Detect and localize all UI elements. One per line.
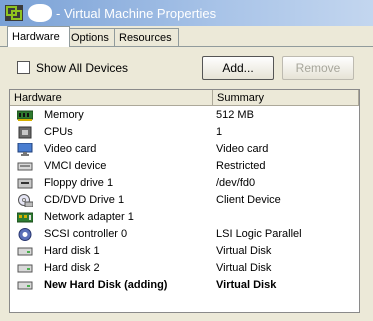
memory-icon bbox=[17, 110, 33, 121]
tab-strip: Hardware Options Resources bbox=[0, 26, 373, 47]
device-row-memory[interactable]: Memory 512 MB bbox=[10, 107, 359, 124]
column-header-hardware[interactable]: Hardware bbox=[10, 90, 213, 106]
hard-disk-icon bbox=[17, 264, 33, 273]
remove-button[interactable]: Remove bbox=[282, 56, 354, 80]
title-bar[interactable]: - Virtual Machine Properties bbox=[0, 0, 373, 26]
device-list[interactable]: Hardware Summary Memory 512 MB CPUs 1 Vi… bbox=[9, 89, 360, 313]
network-adapter-icon bbox=[17, 212, 33, 223]
device-name: Hard disk 1 bbox=[44, 245, 100, 257]
device-name: VMCI device bbox=[44, 160, 107, 172]
device-row-scsi-controller[interactable]: SCSI controller 0 LSI Logic Parallel bbox=[10, 226, 359, 243]
show-all-devices-label: Show All Devices bbox=[36, 61, 129, 75]
vmci-device-icon bbox=[17, 162, 33, 171]
device-summary: Virtual Disk bbox=[216, 279, 277, 291]
device-summary: Virtual Disk bbox=[216, 262, 272, 274]
floppy-drive-icon bbox=[17, 178, 33, 189]
hard-disk-icon bbox=[17, 247, 33, 256]
device-name: Video card bbox=[44, 143, 97, 155]
device-row-cpus[interactable]: CPUs 1 bbox=[10, 124, 359, 141]
device-summary: Virtual Disk bbox=[216, 245, 272, 257]
cpu-icon bbox=[18, 126, 32, 139]
tab-options[interactable]: Options bbox=[66, 28, 116, 47]
add-button[interactable]: Add... bbox=[202, 56, 274, 80]
device-name: CD/DVD Drive 1 bbox=[44, 194, 125, 206]
show-all-devices-checkbox[interactable]: Show All Devices bbox=[17, 61, 128, 75]
tab-resources[interactable]: Resources bbox=[114, 28, 179, 47]
checkbox-box[interactable] bbox=[17, 61, 30, 74]
device-summary: Restricted bbox=[216, 160, 266, 172]
device-name: Memory bbox=[44, 109, 84, 121]
device-summary: /dev/fd0 bbox=[216, 177, 256, 189]
tab-hardware[interactable]: Hardware bbox=[7, 26, 70, 47]
device-summary: 1 bbox=[216, 126, 223, 138]
device-name: Floppy drive 1 bbox=[44, 177, 114, 189]
redacted-vm-name bbox=[28, 4, 52, 22]
cd-dvd-icon bbox=[18, 194, 33, 207]
scsi-controller-icon bbox=[18, 228, 32, 241]
device-row-hard-disk-2[interactable]: Hard disk 2 Virtual Disk bbox=[10, 260, 359, 277]
device-name: Network adapter 1 bbox=[44, 211, 134, 223]
device-row-vmci-device[interactable]: VMCI device Restricted bbox=[10, 158, 359, 175]
monitor-icon bbox=[17, 143, 33, 156]
device-row-hard-disk-1[interactable]: Hard disk 1 Virtual Disk bbox=[10, 243, 359, 260]
device-summary: Video card bbox=[216, 143, 269, 155]
device-row-video-card[interactable]: Video card Video card bbox=[10, 141, 359, 158]
column-header-summary[interactable]: Summary bbox=[213, 90, 359, 106]
device-name: New Hard Disk (adding) bbox=[44, 279, 168, 291]
device-row-floppy-drive[interactable]: Floppy drive 1 /dev/fd0 bbox=[10, 175, 359, 192]
device-summary: Client Device bbox=[216, 194, 281, 206]
device-row-new-hard-disk[interactable]: New Hard Disk (adding) Virtual Disk bbox=[10, 277, 359, 294]
device-row-network-adapter[interactable]: Network adapter 1 bbox=[10, 209, 359, 226]
device-name: CPUs bbox=[44, 126, 73, 138]
vmware-app-icon bbox=[5, 5, 23, 21]
device-name: SCSI controller 0 bbox=[44, 228, 128, 240]
device-row-cd-dvd-drive[interactable]: CD/DVD Drive 1 Client Device bbox=[10, 192, 359, 209]
window-title: - Virtual Machine Properties bbox=[56, 6, 217, 21]
device-name: Hard disk 2 bbox=[44, 262, 100, 274]
device-summary: 512 MB bbox=[216, 109, 254, 121]
device-summary: LSI Logic Parallel bbox=[216, 228, 302, 240]
hard-disk-icon bbox=[17, 281, 33, 290]
